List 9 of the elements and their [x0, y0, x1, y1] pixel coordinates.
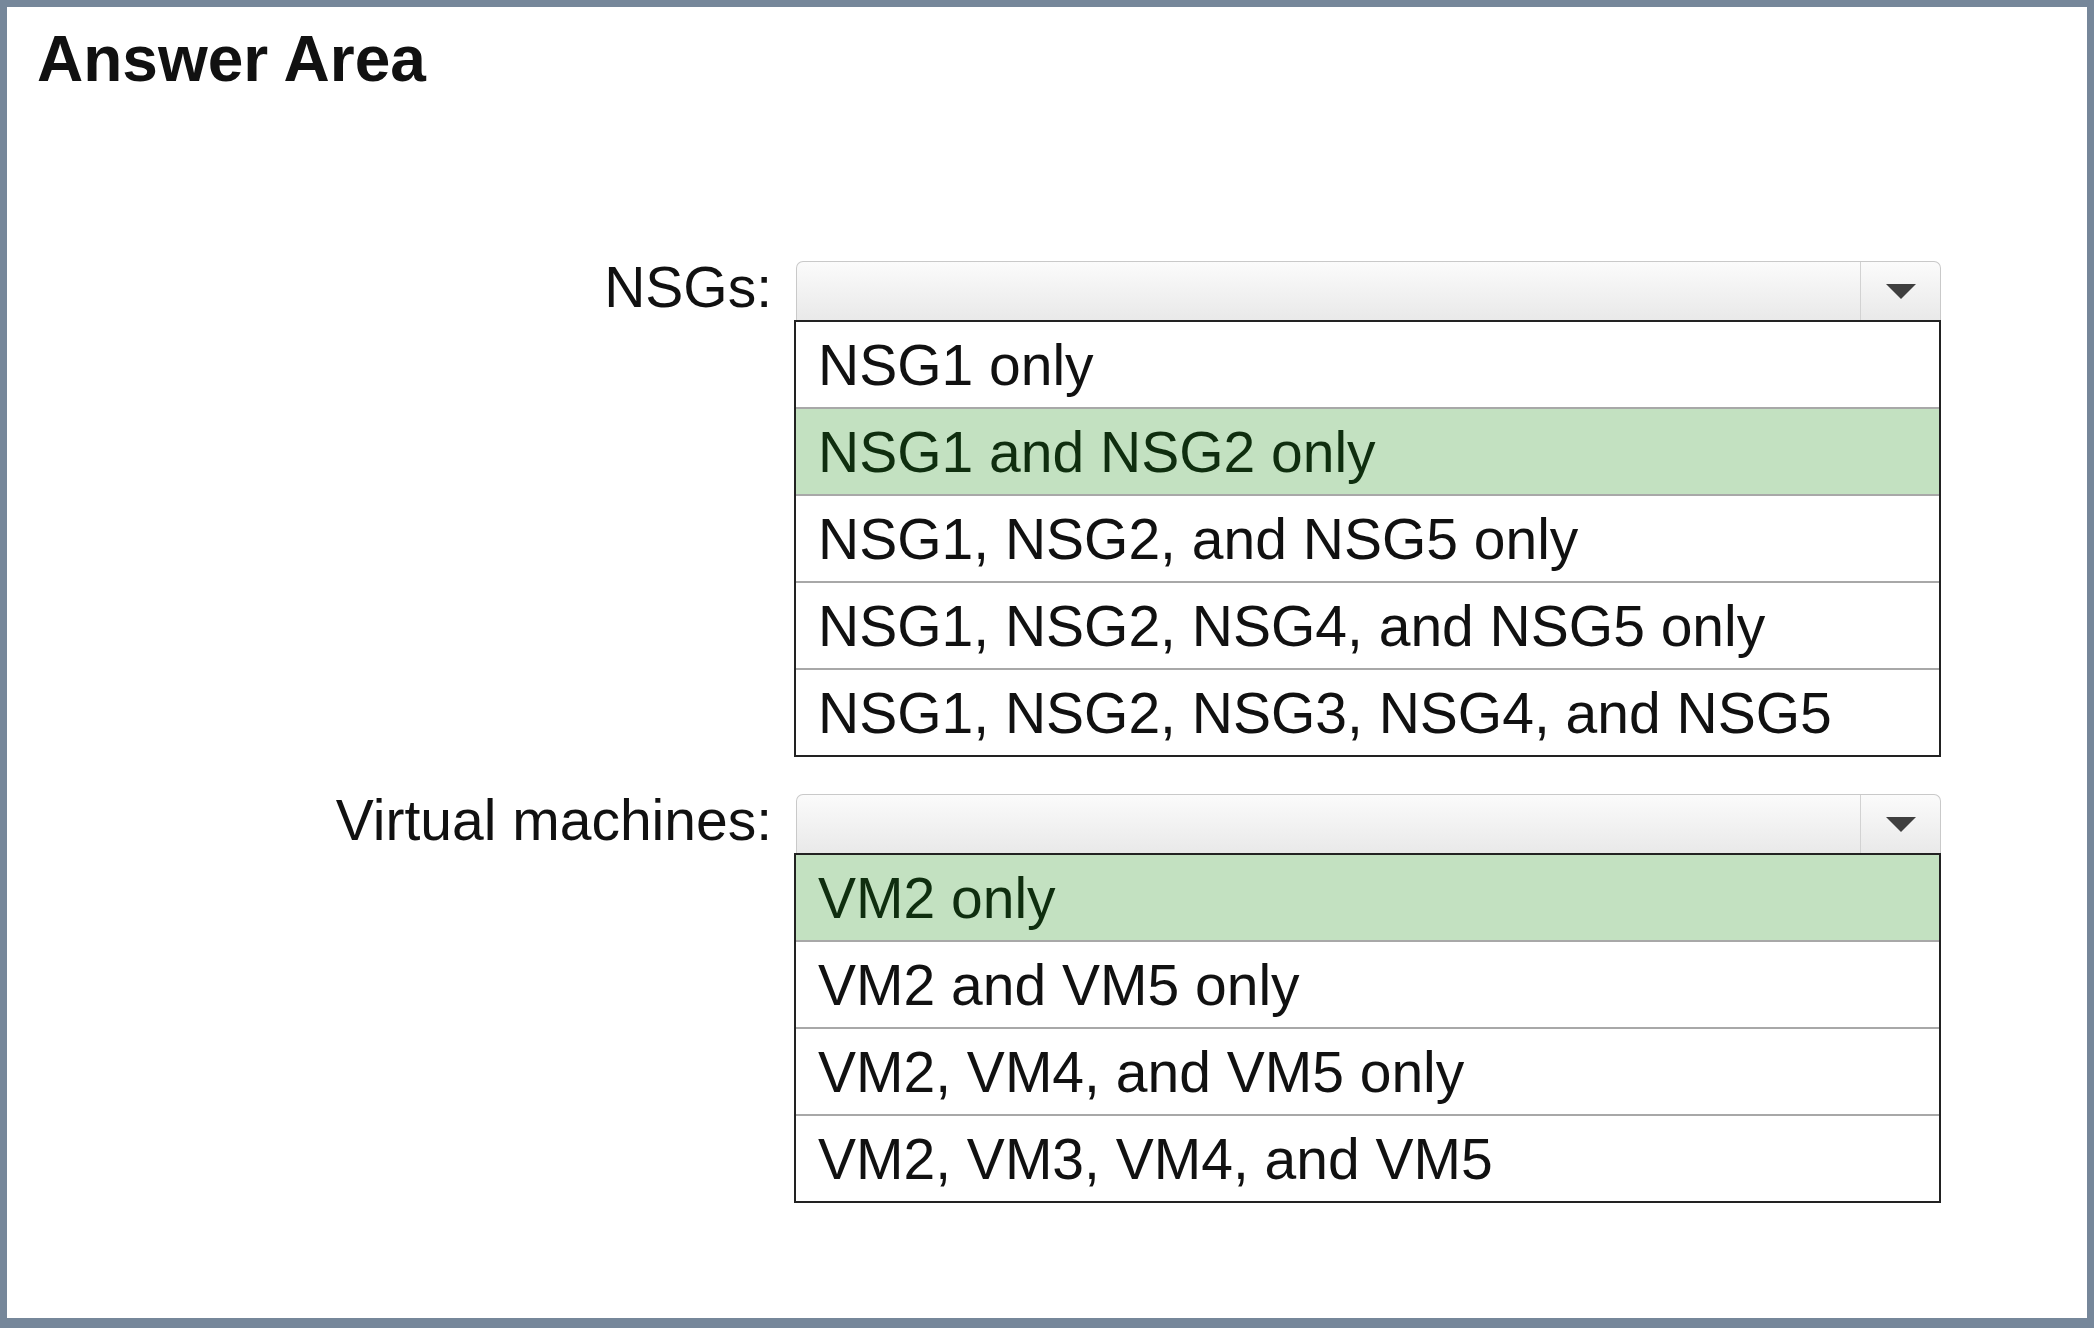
answer-area-title: Answer Area — [37, 27, 426, 91]
caret-down-icon — [1885, 283, 1916, 299]
dropdown-field[interactable] — [796, 794, 1941, 853]
field-label: Virtual machines: — [335, 794, 772, 846]
dropdown-option[interactable]: NSG1 and NSG2 only — [796, 407, 1939, 494]
caret-down-icon — [1885, 816, 1916, 832]
dropdown-field[interactable] — [796, 261, 1941, 320]
field-label: NSGs: — [604, 261, 772, 313]
dropdown-option[interactable]: VM2 only — [796, 855, 1939, 940]
